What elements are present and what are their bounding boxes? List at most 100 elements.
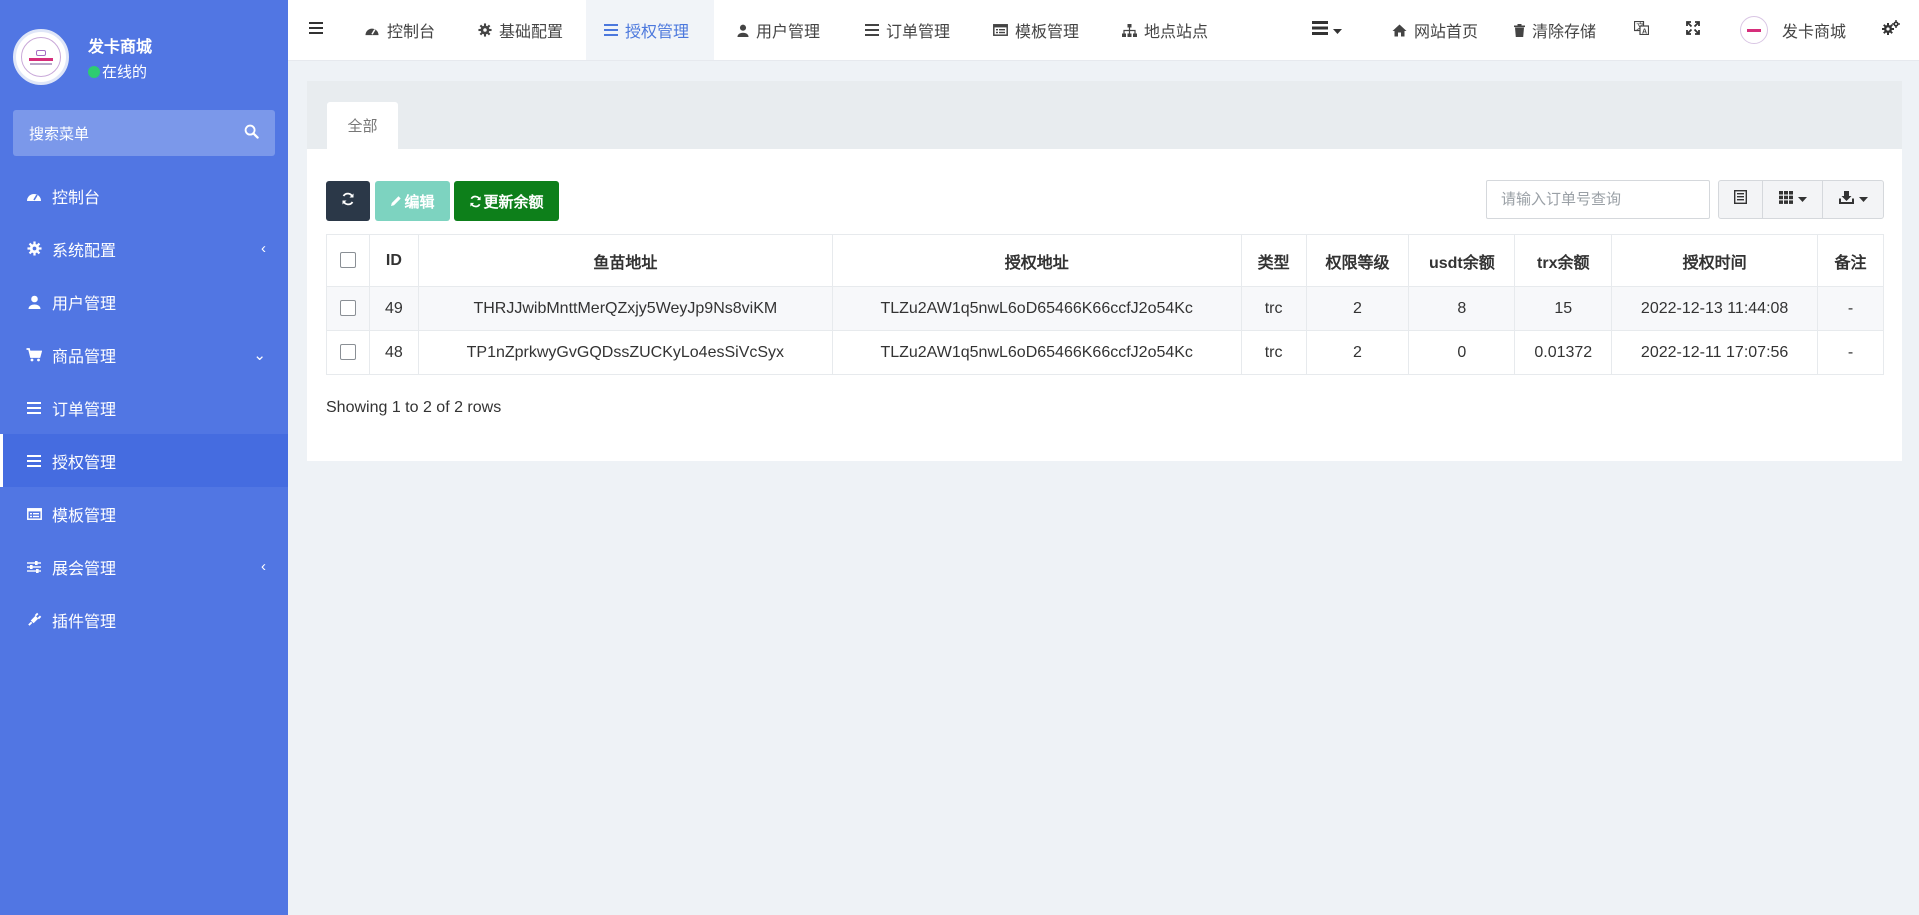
sidebar-item-system-config[interactable]: 系统配置 ‹ [0, 222, 288, 275]
online-status: 在线的 [88, 61, 147, 82]
tab-dashboard[interactable]: 控制台 [364, 0, 435, 60]
hamburger-icon [309, 21, 323, 39]
sidebar-item-label: 系统配置 [52, 242, 117, 260]
tab-label: 授权管理 [625, 24, 690, 41]
sidebar-item-label: 用户管理 [52, 295, 117, 313]
home-icon [1392, 24, 1407, 37]
export-button[interactable] [1822, 180, 1884, 219]
sidebar-item-users[interactable]: 用户管理 [0, 275, 288, 328]
tab-users[interactable]: 用户管理 [737, 0, 820, 60]
tab-label: 用户管理 [756, 24, 821, 41]
authorization-table: ID 鱼苗地址 授权地址 类型 权限等级 usdt余额 trx余额 授权时间 备… [326, 234, 1884, 375]
sidebar-item-label: 展会管理 [52, 560, 117, 578]
trash-icon [1514, 23, 1525, 37]
user-icon [26, 294, 42, 310]
sidebar-item-templates[interactable]: 模板管理 [0, 487, 288, 540]
grid-icon [1778, 190, 1793, 209]
column-header[interactable]: 类型 [1240, 234, 1307, 287]
template-icon [993, 24, 1008, 36]
sidebar-item-plugins[interactable]: 插件管理 [0, 593, 288, 646]
toggle-view-button[interactable] [1718, 180, 1763, 219]
pencil-icon [390, 195, 402, 207]
table-cell: 15 [1514, 286, 1613, 331]
table-cell: - [1817, 286, 1884, 331]
row-checkbox[interactable] [339, 300, 356, 317]
table-row[interactable]: 48 TP1nZprkwyGvGQDssZUCKyLo4esSiVcSyx TL… [326, 330, 1884, 375]
column-header[interactable]: 权限等级 [1305, 234, 1410, 287]
table-cell: 0 [1408, 330, 1516, 375]
sliders-icon [26, 559, 42, 575]
tab-templates[interactable]: 模板管理 [993, 0, 1079, 60]
edit-button[interactable]: 编辑 [375, 181, 450, 221]
refresh-button[interactable] [326, 181, 370, 221]
column-header[interactable]: usdt余额 [1408, 234, 1516, 287]
list-icon [26, 400, 42, 416]
table-cell: - [1817, 330, 1884, 375]
online-status-label: 在线的 [102, 64, 148, 81]
website-home-link[interactable]: 网站首页 [1392, 0, 1478, 60]
clear-storage-label: 清除存储 [1532, 24, 1597, 41]
sidebar: 发卡商城 在线的 搜索菜单 控制台 系统配置 ‹ 用户管理 商品管理 ⌄ 订单管… [0, 0, 288, 915]
fullscreen-button[interactable] [1686, 0, 1700, 60]
tab-basic-config[interactable]: 基础配置 [478, 0, 563, 60]
gear-icon [26, 241, 42, 257]
clear-storage-button[interactable]: 清除存储 [1514, 0, 1596, 60]
column-header[interactable]: trx余额 [1514, 234, 1613, 287]
user-icon [737, 24, 749, 37]
translate-button[interactable]: 文A [1633, 0, 1650, 60]
user-menu[interactable]: 发卡商城 [1740, 0, 1846, 60]
dashboard-icon [364, 24, 380, 37]
select-all-cell [326, 234, 370, 287]
sidebar-item-exhibitions[interactable]: 展会管理 ‹ [0, 540, 288, 593]
chevron-left-icon: ‹ [261, 558, 266, 575]
menu-search-placeholder: 搜索菜单 [29, 125, 90, 143]
template-icon [26, 506, 42, 522]
sidebar-item-label: 插件管理 [52, 613, 117, 631]
chevron-left-icon: ‹ [261, 240, 266, 257]
table-row[interactable]: 49 THRJJwibMnttMerQZxjy5WeyJp9Ns8viKM TL… [326, 286, 1884, 331]
pagination-info: Showing 1 to 2 of 2 rows [326, 399, 502, 416]
tab-authorization[interactable]: 授权管理 [586, 0, 714, 60]
sidebar-item-orders[interactable]: 订单管理 [0, 381, 288, 434]
sidebar-item-label: 控制台 [52, 189, 101, 207]
cart-icon [26, 347, 42, 363]
sidebar-menu: 控制台 系统配置 ‹ 用户管理 商品管理 ⌄ 订单管理 授权管理 模板管理 展会… [0, 169, 288, 646]
online-dot-icon [88, 65, 100, 78]
column-header[interactable]: 备注 [1817, 234, 1884, 287]
sidebar-item-dashboard[interactable]: 控制台 [0, 169, 288, 222]
search-icon[interactable] [244, 124, 259, 143]
sidebar-toggle-button[interactable] [309, 0, 323, 60]
order-search-input[interactable] [1486, 180, 1710, 219]
tab-label: 基础配置 [499, 24, 564, 41]
tab-orders[interactable]: 订单管理 [865, 0, 950, 60]
dashboard-icon [26, 188, 42, 204]
table-cell: 48 [368, 330, 419, 375]
download-icon [1838, 190, 1854, 209]
caret-down-icon [1797, 197, 1807, 202]
user-name: 发卡商城 [1782, 24, 1847, 41]
tab-sites[interactable]: 地点站点 [1122, 0, 1208, 60]
select-all-checkbox[interactable] [339, 252, 356, 269]
sidebar-item-authorization[interactable]: 授权管理 [0, 434, 288, 487]
top-navbar: 控制台 基础配置 授权管理 用户管理 订单管理 模板管理 地点站点 网站首页 清… [288, 0, 1919, 61]
column-header[interactable]: 授权地址 [831, 234, 1242, 287]
table-cell: 2 [1305, 286, 1410, 331]
table-cell: trc [1240, 330, 1307, 375]
column-header[interactable]: 授权时间 [1611, 234, 1819, 287]
table-cell: 0.01372 [1514, 330, 1613, 375]
tab-all[interactable]: 全部 [327, 102, 398, 149]
columns-button[interactable] [1762, 180, 1823, 219]
row-checkbox[interactable] [339, 344, 356, 361]
list-icon [604, 24, 618, 36]
table-cell: trc [1240, 286, 1307, 331]
update-balance-button[interactable]: 更新余额 [454, 181, 559, 221]
sidebar-item-products[interactable]: 商品管理 ⌄ [0, 328, 288, 381]
card-view-icon [1733, 189, 1748, 209]
gears-icon [1882, 20, 1900, 40]
settings-button[interactable] [1882, 0, 1900, 60]
column-header[interactable]: ID [368, 234, 419, 287]
column-header[interactable]: 鱼苗地址 [417, 234, 833, 287]
more-menu-button[interactable] [1312, 0, 1342, 60]
menu-search-input[interactable]: 搜索菜单 [13, 110, 275, 156]
translate-icon: 文A [1633, 20, 1650, 40]
